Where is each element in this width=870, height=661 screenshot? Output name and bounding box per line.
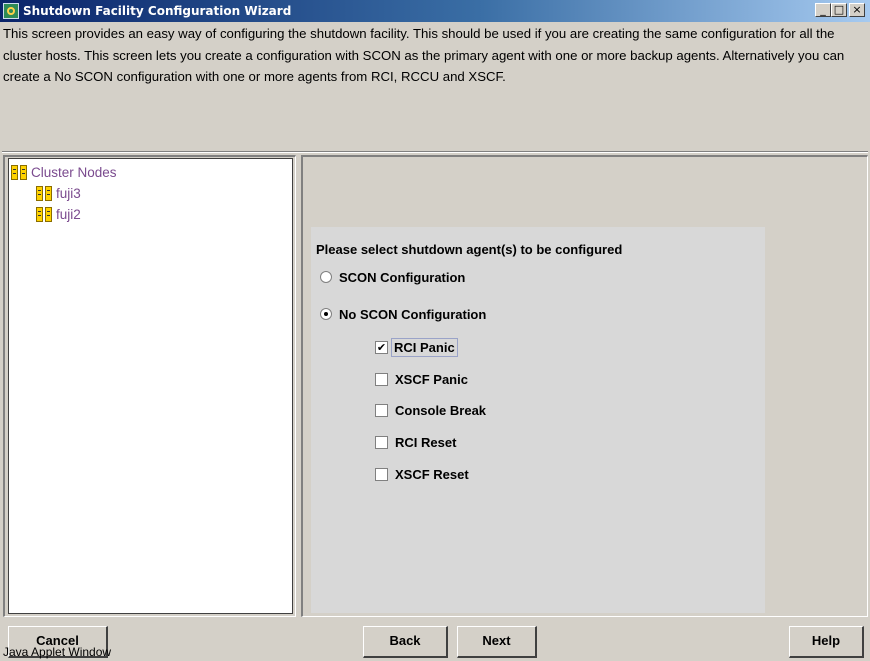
title-bar: Shutdown Facility Configuration Wizard _…	[0, 0, 870, 22]
xscf-panic-checkbox[interactable]: XSCF Panic	[375, 369, 468, 389]
checkbox-label: RCI Reset	[395, 434, 457, 450]
radio-button-selected[interactable]	[320, 308, 332, 320]
checkbox-label: XSCF Reset	[395, 466, 469, 482]
tree-item-label: fuji3	[56, 185, 81, 201]
maximize-button[interactable]: □	[831, 3, 847, 17]
checkbox-checked[interactable]: ✔	[375, 340, 388, 354]
checkbox-label: Console Break	[395, 402, 487, 418]
window-title: Shutdown Facility Configuration Wizard	[23, 4, 292, 18]
agent-select-prompt: Please select shutdown agent(s) to be co…	[316, 242, 623, 257]
rci-reset-checkbox[interactable]: RCI Reset	[375, 432, 456, 452]
no-scon-configuration-radio[interactable]: No SCON Configuration	[320, 305, 486, 323]
checkbox[interactable]	[375, 435, 388, 449]
tree-item-label: Cluster Nodes	[31, 164, 117, 180]
rci-panic-checkbox[interactable]: ✔ RCI Panic	[375, 337, 458, 357]
minimize-button[interactable]: _	[815, 3, 831, 17]
tree-item-node[interactable]: fuji3	[36, 184, 81, 202]
radio-label: SCON Configuration	[339, 269, 466, 285]
cluster-tree: Cluster Nodes fuji3 fuji2	[8, 158, 293, 614]
tree-item-cluster-nodes[interactable]: Cluster Nodes	[11, 163, 117, 181]
tree-item-label: fuji2	[56, 206, 81, 222]
checkbox[interactable]	[375, 467, 388, 481]
help-button[interactable]: Help	[789, 626, 864, 658]
node-icon	[36, 185, 53, 202]
checkbox[interactable]	[375, 372, 388, 386]
radio-button[interactable]	[320, 271, 332, 283]
description-text: This screen provides an easy way of conf…	[3, 26, 845, 84]
close-button[interactable]: ×	[849, 3, 865, 17]
cluster-nodes-icon	[11, 164, 28, 181]
status-bar-text: Java Applet Window	[3, 645, 112, 659]
tree-item-node[interactable]: fuji2	[36, 205, 81, 223]
console-break-checkbox[interactable]: Console Break	[375, 400, 486, 420]
next-button[interactable]: Next	[457, 626, 537, 658]
checkbox[interactable]	[375, 403, 388, 417]
checkbox-label: RCI Panic	[391, 337, 458, 357]
radio-label: No SCON Configuration	[339, 306, 487, 322]
checkbox-label: XSCF Panic	[395, 371, 468, 387]
node-icon	[36, 206, 53, 223]
app-icon	[3, 3, 19, 19]
separator	[2, 151, 868, 153]
cluster-tree-panel: Cluster Nodes fuji3 fuji2	[3, 155, 296, 617]
back-button[interactable]: Back	[363, 626, 448, 658]
scon-configuration-radio[interactable]: SCON Configuration	[320, 268, 465, 286]
xscf-reset-checkbox[interactable]: XSCF Reset	[375, 464, 469, 484]
